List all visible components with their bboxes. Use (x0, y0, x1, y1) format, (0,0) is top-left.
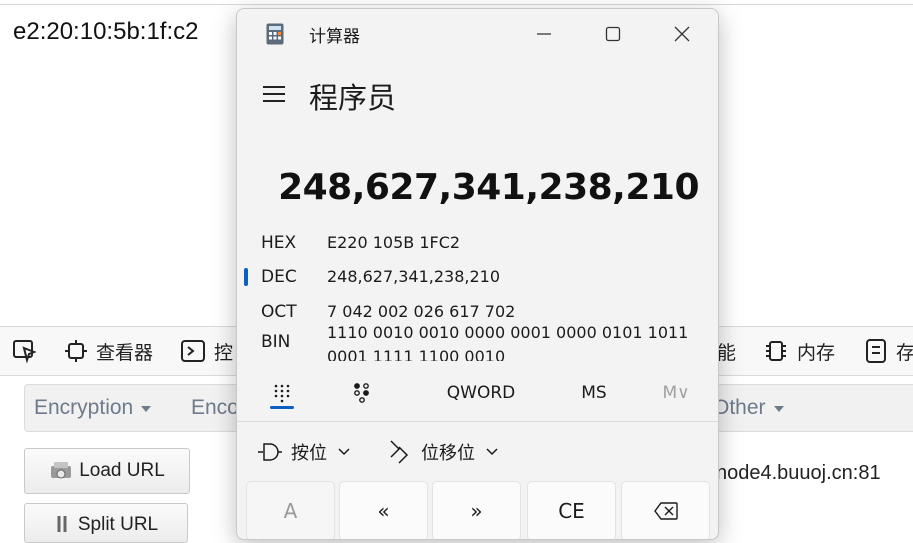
tab-storage-label: 存 (896, 341, 913, 364)
radix-label: BIN (261, 332, 291, 352)
divider (237, 421, 718, 422)
chevron-down-icon (486, 448, 498, 456)
url-text: node4.buuoj.cn:81 (716, 462, 881, 484)
memory-icon (766, 341, 786, 361)
radix-row-bin[interactable]: BIN 1110 0010 0010 0000 0001 0000 0101 1… (237, 321, 718, 365)
element-picker-button[interactable] (12, 327, 46, 375)
calculator-window: 计算器 程序员 248,627,341,238,210 HEX E220 105… (236, 8, 719, 540)
chevron-down-icon (773, 406, 784, 412)
maximize-button[interactable] (590, 19, 636, 49)
bitwise-label: 按位 (291, 443, 327, 464)
load-url-label: Load URL (79, 460, 165, 481)
calculator-icon (266, 23, 284, 45)
key-right-shift[interactable]: » (432, 481, 521, 539)
tab-memory[interactable]: 内存 (763, 327, 835, 375)
encryption-menu[interactable]: Encryption (34, 385, 152, 431)
load-icon (51, 462, 72, 479)
keypad-tabs: QWORD MS M∨ (237, 373, 718, 413)
chevron-down-icon (141, 406, 152, 412)
mac-address-text: e2:20:10:5b:1f:c2 (13, 18, 199, 45)
window-title: 计算器 (309, 27, 360, 47)
close-button[interactable] (659, 19, 705, 49)
bit-shift-dropdown[interactable]: 位移位 (389, 434, 507, 470)
bitwise-dropdown[interactable]: 按位 (257, 434, 359, 470)
close-icon (674, 26, 690, 42)
tab-inspector[interactable]: 查看器 (64, 327, 153, 375)
key-a[interactable]: A (246, 481, 335, 539)
inspector-icon (65, 340, 87, 362)
selected-indicator (244, 268, 248, 286)
tab-bit-toggle[interactable] (347, 373, 377, 413)
memory-recall-button[interactable]: M∨ (651, 373, 701, 413)
bit-shift-icon (390, 440, 409, 464)
tab-performance-label: 能 (717, 341, 737, 364)
tab-console-label: 控 (214, 341, 234, 364)
keypad-icon (274, 384, 290, 403)
other-menu[interactable]: Other (713, 385, 784, 431)
minimize-icon (537, 33, 551, 35)
result-display: 248,627,341,238,210 (278, 167, 699, 208)
active-tab-indicator (270, 406, 294, 409)
radix-row-dec[interactable]: DEC 248,627,341,238,210 (237, 261, 718, 293)
split-url-button[interactable]: Split URL (24, 503, 188, 543)
radix-label: DEC (261, 267, 297, 287)
radix-row-hex[interactable]: HEX E220 105B 1FC2 (237, 227, 718, 259)
tab-inspector-label: 查看器 (96, 341, 154, 364)
split-icon (57, 516, 67, 532)
console-icon (181, 340, 205, 362)
tab-console[interactable]: 控 (180, 327, 233, 375)
radix-value: 7 042 002 026 617 702 (327, 302, 516, 321)
picker-icon (13, 340, 37, 364)
backspace-icon (653, 502, 678, 520)
encoding-menu[interactable]: Enco (191, 385, 239, 431)
split-url-label: Split URL (77, 514, 159, 535)
storage-icon (866, 339, 886, 363)
menu-icon[interactable] (261, 83, 287, 105)
top-divider (0, 4, 913, 5)
radix-value: 248,627,341,238,210 (327, 267, 501, 286)
load-url-button[interactable]: Load URL (24, 448, 190, 494)
tab-memory-label: 内存 (797, 341, 836, 364)
bit-toggle-icon (354, 383, 369, 403)
radix-label: HEX (261, 233, 297, 253)
word-size-button[interactable]: QWORD (433, 373, 529, 413)
other-menu-label: Other (713, 396, 766, 419)
chevron-down-icon (338, 448, 350, 456)
logic-gate-icon (258, 443, 282, 461)
mode-title: 程序员 (309, 81, 397, 115)
key-backspace[interactable] (621, 481, 710, 539)
radix-value: E220 105B 1FC2 (327, 233, 461, 252)
tab-performance[interactable]: 能 (717, 327, 736, 375)
radix-label: OCT (261, 302, 297, 322)
radix-value: 1110 0010 0010 0000 0001 0000 0101 1011 … (327, 323, 689, 361)
bit-shift-label: 位移位 (421, 443, 475, 464)
key-left-shift[interactable]: « (339, 481, 428, 539)
maximize-icon (605, 26, 621, 42)
key-clear-entry[interactable]: CE (527, 481, 616, 539)
tab-storage[interactable]: 存 (864, 327, 913, 375)
title-bar[interactable]: 计算器 (237, 9, 718, 57)
encryption-menu-label: Encryption (34, 396, 134, 419)
encoding-menu-label: Enco (191, 396, 239, 419)
memory-store-button[interactable]: MS (567, 373, 621, 413)
minimize-button[interactable] (521, 19, 567, 49)
operations-row: 按位 位移位 (237, 434, 718, 470)
